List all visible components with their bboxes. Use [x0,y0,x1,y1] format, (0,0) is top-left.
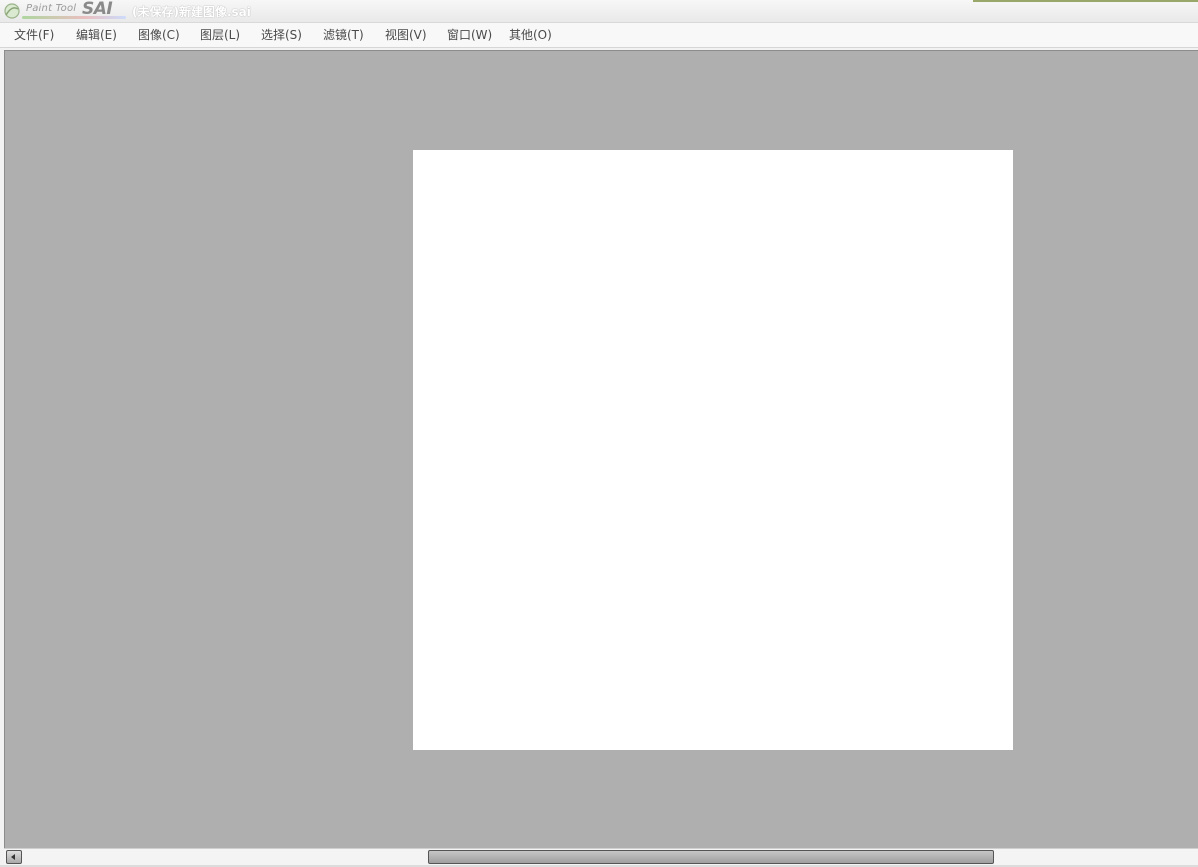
menu-filter[interactable]: 滤镜(T) [319,27,368,43]
drawing-canvas[interactable] [413,150,1013,750]
menu-select[interactable]: 选择(S) [257,27,306,43]
scroll-left-arrow-icon [11,854,15,860]
logo-text-small: Paint Tool [26,3,77,14]
title-accent-line [973,0,1198,2]
menu-layer[interactable]: 图层(L) [196,27,244,43]
menu-bar: 文件(F) 编辑(E) 图像(C) 图层(L) 选择(S) 滤镜(T) 视图(V… [0,23,1198,48]
menu-other[interactable]: 其他(O) [505,27,556,43]
title-bar: Paint Tool SAI (未保存)新建图像.sai [0,0,1198,23]
logo-swoosh [22,16,126,19]
menu-file[interactable]: 文件(F) [10,27,58,43]
canvas-workspace[interactable] [4,50,1198,849]
scroll-left-button[interactable] [6,850,22,864]
document-title: (未保存)新建图像.sai [132,5,251,19]
app-logo: Paint Tool SAI [2,0,126,22]
scroll-thumb[interactable] [428,850,994,864]
horizontal-scrollbar[interactable] [4,848,1198,865]
menu-view[interactable]: 视图(V) [381,27,431,43]
menu-window[interactable]: 窗口(W) [443,27,496,43]
paint-tool-sai-logo-icon [4,3,20,19]
menu-image[interactable]: 图像(C) [134,27,184,43]
menu-edit[interactable]: 编辑(E) [72,27,121,43]
